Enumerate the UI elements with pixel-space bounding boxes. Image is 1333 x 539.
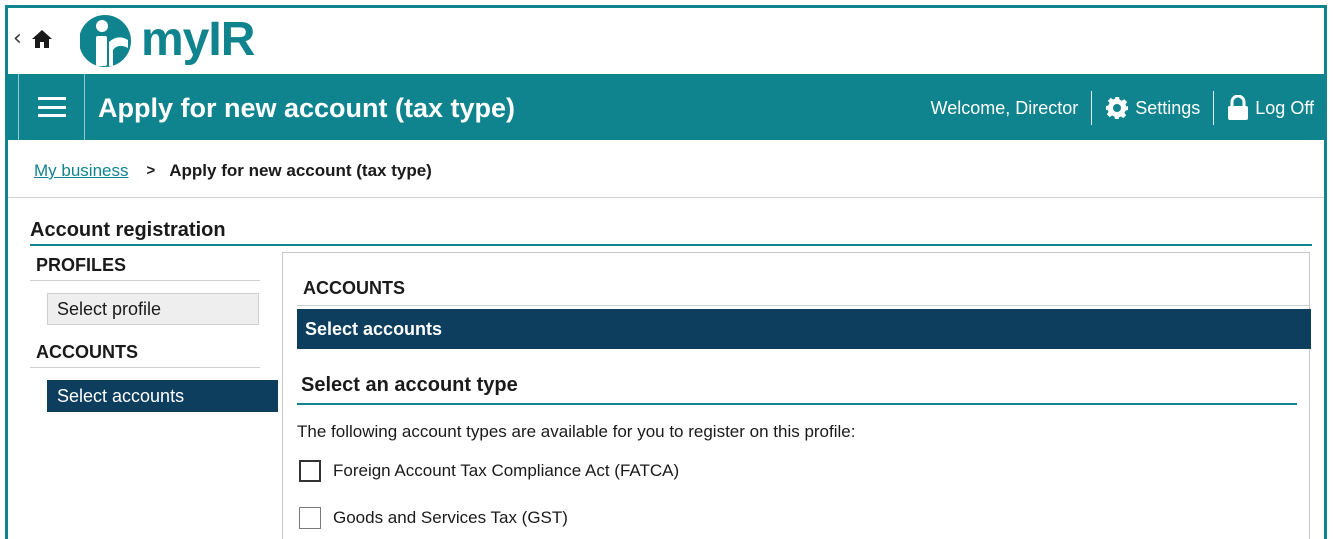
breadcrumb-divider [8,197,1324,198]
fatca-label: Foreign Account Tax Compliance Act (FATC… [333,461,680,480]
home-icon[interactable] [30,28,54,50]
accounts-title: ACCOUNTS [303,278,405,298]
nav-divider [30,367,260,368]
nav-item-select-profile[interactable]: Select profile [47,293,259,325]
app-frame: ‹ myIR Apply for new account (tax type) … [5,5,1327,539]
registration-heading: Account registration [30,219,226,241]
account-type-heading: Select an account type [301,374,518,396]
gst-label: Goods and Services Tax (GST) [333,508,568,527]
nav-divider [30,280,260,281]
logoff-label: Log Off [1255,97,1314,118]
content-panel: ACCOUNTS Select accounts Select an accou… [282,252,1311,539]
intro-text: The following account types are availabl… [297,422,856,441]
breadcrumb: My business > Apply for new account (tax… [34,160,432,182]
left-nav: PROFILES Select profile ACCOUNTS Select … [30,248,285,422]
registration-rule [30,244,1312,246]
logo-bar: ‹ myIR [8,8,1324,74]
nav-profiles-title: PROFILES [36,255,127,275]
page-title: Apply for new account (tax type) [98,93,516,123]
breadcrumb-current: Apply for new account (tax type) [169,161,432,180]
menu-button[interactable] [18,74,85,140]
chevron-left-icon[interactable]: ‹ [13,28,22,50]
option-fatca[interactable]: Foreign Account Tax Compliance Act (FATC… [299,460,679,482]
breadcrumb-separator: > [146,162,156,179]
option-gst[interactable]: Goods and Services Tax (GST) [299,507,568,529]
settings-label: Settings [1135,97,1201,118]
settings-link[interactable]: Settings [1092,96,1213,120]
header-bar: Apply for new account (tax type) Welcome… [8,74,1324,140]
gear-icon [1106,97,1129,119]
nav-accounts-title: ACCOUNTS [36,342,138,362]
brand-wordmark[interactable]: myIR [141,10,255,70]
hamburger-menu-icon [37,97,66,117]
nav-item-select-accounts[interactable]: Select accounts [47,380,278,412]
breadcrumb-my-business[interactable]: My business [34,160,128,182]
account-type-rule [297,403,1297,405]
select-accounts-bar: Select accounts [297,309,1311,349]
logoff-link[interactable]: Log Off [1214,95,1314,121]
fatca-checkbox[interactable] [299,460,321,482]
accounts-divider [297,305,1309,306]
gst-checkbox[interactable] [299,507,321,529]
header-user-area: Welcome, Director Settings Log Off [931,91,1314,125]
welcome-text: Welcome, Director [930,97,1079,118]
brand-logo-icon[interactable] [80,12,138,70]
lock-icon [1228,95,1249,120]
